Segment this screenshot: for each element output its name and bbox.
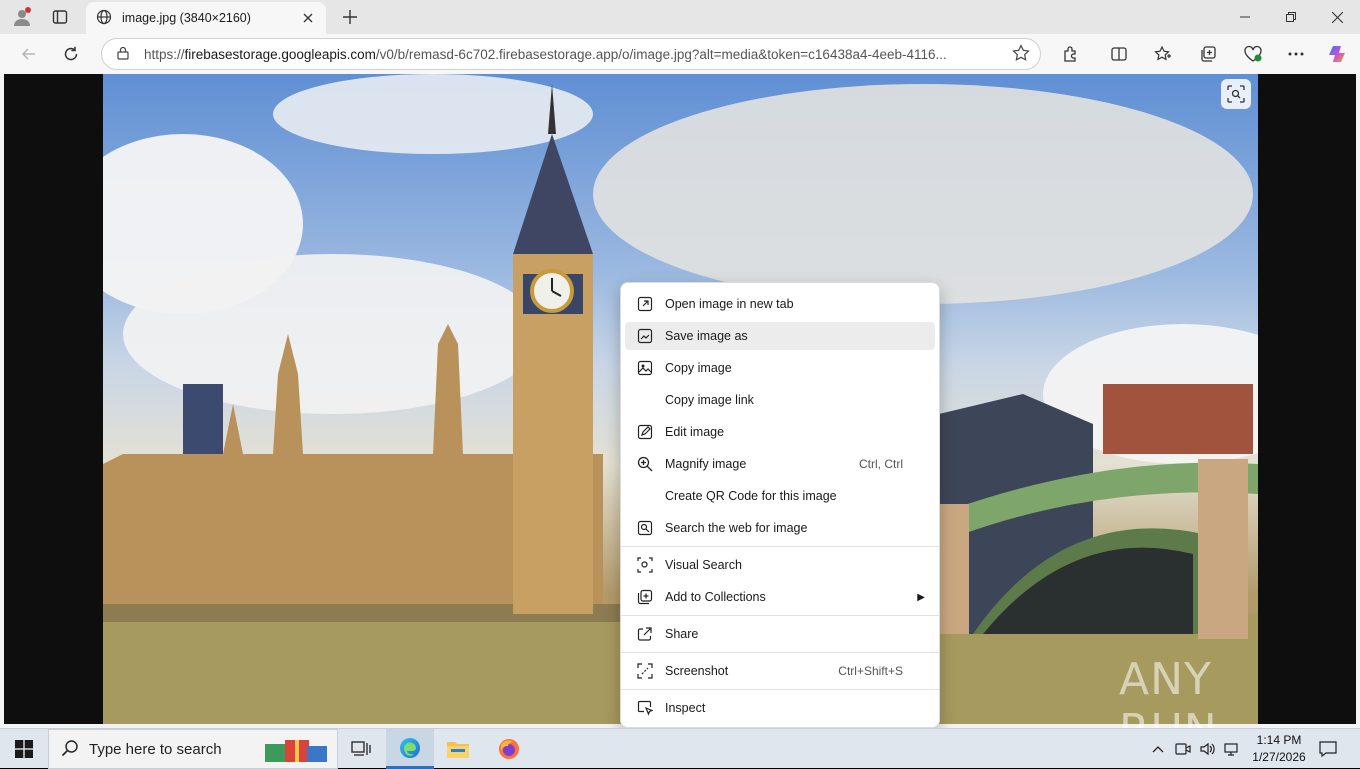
volume-icon[interactable] [1196,729,1218,769]
globe-icon [96,9,112,28]
menu-search-web[interactable]: Search the web for image [625,514,935,542]
url-text[interactable]: https://firebasestorage.googleapis.com/v… [144,47,1012,62]
tab-actions-icon[interactable] [46,3,74,31]
open-new-tab-icon [625,296,665,312]
collections-icon[interactable] [1193,39,1223,69]
minimize-icon[interactable] [1222,0,1268,34]
menu-separator [621,615,939,616]
share-icon [625,626,665,642]
address-bar[interactable]: https://firebasestorage.googleapis.com/v… [101,38,1041,70]
inspect-icon [625,700,665,716]
favorites-icon[interactable] [1148,39,1178,69]
tray-overflow-icon[interactable] [1148,729,1168,769]
menu-share[interactable]: Share [625,620,935,648]
task-view-icon[interactable] [337,729,385,769]
screenshot-icon [625,663,665,679]
clock-date: 1/27/2026 [1252,750,1306,764]
magnify-icon [625,456,665,472]
browser-window: image.jpg (3840×2160) https://firebasest… [0,0,1360,756]
menu-separator [621,546,939,547]
firefox-icon[interactable] [485,729,533,769]
menu-inspect[interactable]: Inspect [625,694,935,722]
search-web-icon [625,520,665,536]
menu-visual-search[interactable]: Visual Search [625,551,935,579]
collections-icon [625,589,665,605]
visual-search-button[interactable] [1221,79,1251,109]
edit-image-icon [625,424,665,440]
copilot-icon[interactable] [1323,39,1353,69]
search-icon [61,739,79,760]
menu-screenshot[interactable]: Screenshot Ctrl+Shift+S [625,657,935,685]
context-menu: Open image in new tab Save image as Copy… [620,282,940,728]
edge-taskbar-icon[interactable] [386,729,434,769]
menu-separator [621,652,939,653]
toolbar: https://firebasestorage.googleapis.com/v… [0,34,1360,74]
browser-essentials-icon[interactable] [1238,39,1268,69]
back-icon[interactable] [14,39,44,69]
close-tab-icon[interactable] [300,10,316,26]
search-placeholder: Type here to search [89,740,222,758]
clock-time: 1:14 PM [1256,733,1302,747]
save-image-icon [625,328,665,344]
taskbar-search[interactable]: Type here to search [48,729,338,769]
close-window-icon[interactable] [1314,0,1360,34]
windows-icon [15,740,33,758]
shortcut-magnify: Ctrl, Ctrl [859,457,903,471]
split-screen-icon[interactable] [1104,39,1134,69]
gift-icon [261,736,331,767]
meet-now-icon[interactable] [1172,729,1194,769]
menu-edit-image[interactable]: Edit image [625,418,935,446]
profile-icon[interactable] [8,3,36,31]
visual-search-icon [625,557,665,573]
tab-image[interactable]: image.jpg (3840×2160) [86,2,326,34]
more-menu-icon[interactable] [1281,39,1311,69]
start-button[interactable] [0,729,48,769]
menu-separator [621,689,939,690]
network-icon[interactable] [1220,729,1242,769]
refresh-icon[interactable] [56,39,86,69]
menu-create-qr-code[interactable]: Create QR Code for this image [625,482,935,510]
shortcut-screenshot: Ctrl+Shift+S [838,664,903,678]
menu-open-new-tab[interactable]: Open image in new tab [625,290,935,318]
new-tab-icon[interactable] [336,3,364,31]
menu-copy-image-link[interactable]: Copy image link [625,386,935,414]
menu-add-to-collections[interactable]: Add to Collections ▶ [625,583,935,611]
file-explorer-icon[interactable] [434,729,482,769]
menu-save-image-as[interactable]: Save image as [625,322,935,350]
restore-icon[interactable] [1268,0,1314,34]
taskbar-clock[interactable]: 1:14 PM 1/27/2026 [1244,732,1314,766]
copy-image-icon [625,360,665,376]
tab-title: image.jpg (3840×2160) [122,11,251,25]
title-bar: image.jpg (3840×2160) [0,0,1360,34]
anyrun-watermark: ANY RUN [1119,654,1217,756]
menu-copy-image[interactable]: Copy image [625,354,935,382]
extensions-icon[interactable] [1056,39,1086,69]
lock-icon[interactable] [116,46,130,63]
menu-magnify-image[interactable]: Magnify image Ctrl, Ctrl [625,450,935,478]
notifications-icon[interactable] [1314,729,1342,769]
submenu-arrow-icon: ▶ [917,591,925,603]
taskbar: Type here to search 1:14 PM 1/27/2026 [0,728,1360,769]
favorite-star-icon[interactable] [1012,43,1030,65]
